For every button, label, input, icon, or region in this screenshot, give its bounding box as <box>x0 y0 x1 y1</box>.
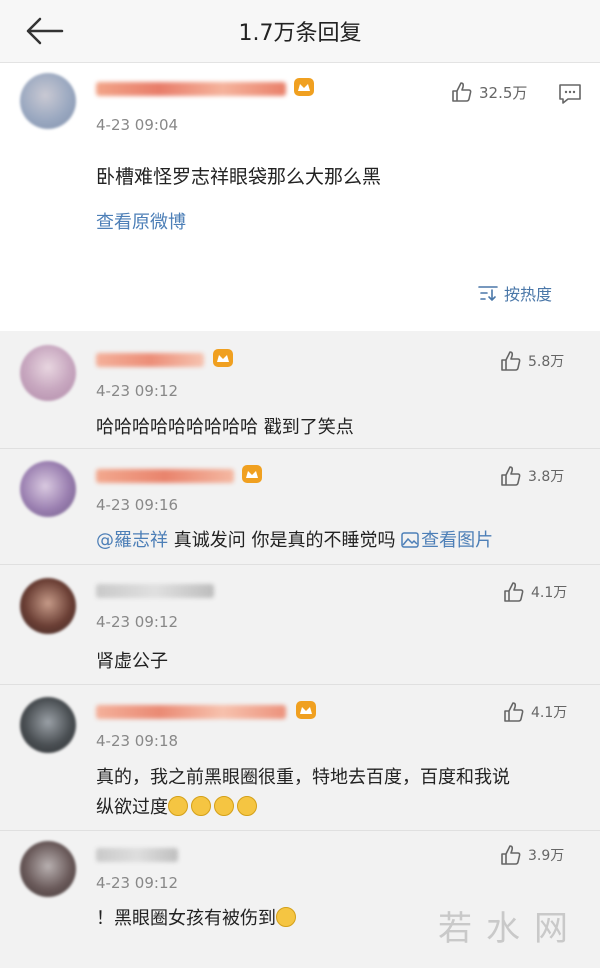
laughing-emoji-icon <box>276 907 296 927</box>
reply-text: 哈哈哈哈哈哈哈哈哈 戳到了笑点 <box>96 417 354 438</box>
vip-badge-icon <box>242 465 262 483</box>
sort-by-hot-button[interactable]: 按热度 <box>477 281 552 305</box>
reply-item: 4-23 09:16 3.8万 @羅志祥 真诚发问 你是真的不睡觉吗 查看图片 <box>0 449 600 565</box>
sort-label: 按热度 <box>503 285 552 304</box>
thumbs-up-icon <box>452 82 472 102</box>
reply-body-line2: 纵欲过度 <box>96 797 168 818</box>
avatar[interactable] <box>20 345 76 401</box>
like-count: 4.1万 <box>531 705 568 721</box>
reply-text: ！黑眼圈女孩有被伤到 <box>96 904 299 930</box>
vip-badge-icon <box>296 701 316 719</box>
avatar[interactable] <box>20 841 76 897</box>
avatar[interactable] <box>20 697 76 753</box>
comment-text: 卧槽难怪罗志祥眼袋那么大那么黑 <box>96 166 382 188</box>
watermark: 若水网 <box>438 909 582 949</box>
avatar[interactable] <box>20 73 76 129</box>
username-blurred[interactable] <box>96 82 286 96</box>
reply-time: 4-23 09:16 <box>96 496 179 514</box>
like-button[interactable]: 3.8万 <box>500 465 564 487</box>
vip-badge-icon <box>213 349 233 367</box>
reply-item: 4-23 09:18 4.1万 真的，我之前黑眼圈很重，特地去百度，百度和我说 … <box>0 685 600 831</box>
image-icon <box>401 532 419 548</box>
reply-item: 4-23 09:12 5.8万 哈哈哈哈哈哈哈哈哈 戳到了笑点 <box>0 331 600 449</box>
username-blurred[interactable] <box>96 848 178 862</box>
view-image-label: 查看图片 <box>421 530 494 551</box>
like-count: 3.9万 <box>528 848 565 864</box>
reply-text: 肾虚公子 <box>96 651 168 672</box>
thumbs-up-icon <box>501 466 521 486</box>
smile-emoji-icon <box>214 796 234 816</box>
avatar[interactable] <box>20 461 76 517</box>
reply-body: 真诚发问 你是真的不睡觉吗 <box>168 530 402 551</box>
reply-item: 4-23 09:12 4.1万 肾虚公子 <box>0 565 600 685</box>
thumbs-up-icon <box>504 702 524 722</box>
like-button[interactable]: 5.8万 <box>500 350 564 372</box>
like-count: 4.1万 <box>531 585 568 601</box>
sort-icon <box>478 286 498 302</box>
comment-icon <box>559 84 581 104</box>
vip-badge-icon <box>294 78 314 96</box>
reply-button[interactable] <box>558 83 582 109</box>
like-button[interactable]: 32.5万 <box>451 81 527 103</box>
like-count: 5.8万 <box>528 354 565 370</box>
username-blurred[interactable] <box>96 353 204 367</box>
avatar[interactable] <box>20 578 76 634</box>
like-count: 32.5万 <box>479 83 528 102</box>
reply-text: 真的，我之前黑眼圈很重，特地去百度，百度和我说 <box>96 767 510 788</box>
like-button[interactable]: 4.1万 <box>503 581 567 603</box>
view-image-link[interactable]: 查看图片 <box>401 530 493 551</box>
like-count: 3.8万 <box>528 469 565 485</box>
smile-emoji-icon <box>168 796 188 816</box>
like-button[interactable]: 4.1万 <box>503 701 567 723</box>
reply-text-line2: 纵欲过度 <box>96 793 260 819</box>
thumbs-up-icon <box>501 351 521 371</box>
like-button[interactable]: 3.9万 <box>500 844 564 866</box>
top-bar: 1.7万条回复 <box>0 0 600 63</box>
reply-time: 4-23 09:12 <box>96 613 179 631</box>
back-button[interactable] <box>22 13 66 49</box>
username-blurred[interactable] <box>96 469 234 483</box>
smile-emoji-icon <box>191 796 211 816</box>
page-title: 1.7万条回复 <box>238 21 362 46</box>
view-original-link[interactable]: 查看原微博 <box>96 208 186 234</box>
username-blurred[interactable] <box>96 705 286 719</box>
username-blurred[interactable] <box>96 584 214 598</box>
mention-link[interactable]: @羅志祥 <box>96 530 168 551</box>
back-arrow-icon <box>26 17 64 45</box>
main-comment: 4-23 09:04 32.5万 卧槽难怪罗志祥眼袋那么大那么黑 查看原微博 按… <box>0 63 600 331</box>
reply-text: @羅志祥 真诚发问 你是真的不睡觉吗 查看图片 <box>96 526 493 552</box>
thumbs-up-icon <box>501 845 521 865</box>
smile-emoji-icon <box>237 796 257 816</box>
thumbs-up-icon <box>504 582 524 602</box>
reply-time: 4-23 09:12 <box>96 382 179 400</box>
reply-time: 4-23 09:18 <box>96 732 179 750</box>
comment-time: 4-23 09:04 <box>96 116 179 134</box>
reply-time: 4-23 09:12 <box>96 874 179 892</box>
reply-body: ！黑眼圈女孩有被伤到 <box>96 908 276 929</box>
